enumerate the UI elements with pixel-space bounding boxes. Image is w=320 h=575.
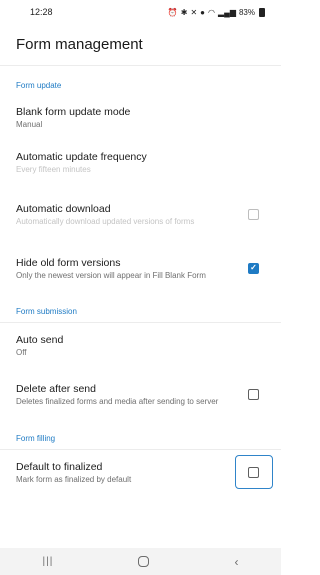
pref-title: Automatic update frequency	[16, 150, 147, 163]
battery-percent: 83%	[238, 7, 255, 17]
pref-summary: Manual	[16, 119, 43, 129]
pref-summary: Every fifteen minutes	[16, 164, 91, 174]
pref-auto-send[interactable]: Auto send Off	[0, 323, 281, 367]
settings-list: Form update Blank form update mode Manua…	[0, 66, 281, 494]
page-title: Form management	[16, 36, 143, 53]
delete-after-send-checkbox[interactable]	[248, 388, 259, 400]
pref-automatic-update-frequency[interactable]: Automatic update frequency Every fifteen…	[0, 138, 281, 186]
pref-summary: Only the newest version will appear in F…	[16, 270, 206, 280]
pref-blank-form-update-mode[interactable]: Blank form update mode Manual	[0, 96, 281, 138]
pref-title: Blank form update mode	[16, 105, 131, 118]
alarm-icon: ⏰	[167, 7, 178, 17]
pref-text: Automatic download Automatically downloa…	[16, 202, 248, 227]
pref-title: Default to finalized	[16, 460, 103, 473]
section-header-form-submission: Form submission	[16, 307, 77, 316]
recents-icon[interactable]: |||	[43, 556, 54, 567]
pref-text: Default to finalized Mark form as finali…	[16, 460, 248, 485]
pref-title: Automatic download	[16, 202, 111, 215]
pref-text: Delete after send Deletes finalized form…	[16, 382, 248, 407]
location-icon: ●	[200, 7, 206, 17]
battery-icon	[259, 7, 265, 17]
pref-summary: Automatically download updated versions …	[16, 216, 195, 226]
pref-automatic-download[interactable]: Automatic download Automatically downloa…	[0, 186, 281, 242]
pref-title: Auto send	[16, 333, 64, 346]
pref-summary: Mark form as finalized by default	[16, 474, 132, 484]
system-nav-bar: ||| ‹	[0, 548, 281, 575]
wifi-icon: ◠	[208, 7, 215, 17]
home-icon[interactable]	[138, 556, 150, 567]
section-header-form-filling: Form filling	[16, 434, 56, 443]
check-icon: ✓	[250, 263, 257, 272]
signal-icon: ▂▄▆	[218, 7, 236, 17]
pref-text: Auto send Off	[16, 333, 265, 358]
mute-icon: ✕	[190, 7, 198, 17]
app-bar: Form management	[0, 24, 281, 66]
back-icon[interactable]: ‹	[234, 555, 238, 569]
pref-text: Automatic update frequency Every fifteen…	[16, 150, 265, 175]
hide-old-versions-checkbox[interactable]: ✓	[248, 262, 259, 274]
section-header-form-update: Form update	[16, 81, 62, 90]
pref-text: Hide old form versions Only the newest v…	[16, 256, 248, 281]
status-time: 12:28	[30, 7, 53, 17]
pref-title: Hide old form versions	[16, 256, 121, 269]
status-icons: ⏰ ✱ ✕ ● ◠ ▂▄▆ 83%	[167, 7, 265, 17]
automatic-download-checkbox[interactable]	[248, 208, 259, 220]
default-to-finalized-checkbox[interactable]	[248, 466, 259, 478]
pref-summary: Off	[16, 347, 27, 357]
status-bar: 12:28 ⏰ ✱ ✕ ● ◠ ▂▄▆ 83%	[0, 0, 281, 24]
pref-summary: Deletes finalized forms and media after …	[16, 396, 219, 406]
pref-title: Delete after send	[16, 382, 96, 395]
bluetooth-icon: ✱	[180, 7, 188, 17]
pref-hide-old-form-versions[interactable]: Hide old form versions Only the newest v…	[0, 242, 281, 294]
pref-default-to-finalized[interactable]: Default to finalized Mark form as finali…	[0, 450, 281, 494]
pref-delete-after-send[interactable]: Delete after send Deletes finalized form…	[0, 367, 281, 421]
pref-text: Blank form update mode Manual	[16, 105, 265, 130]
